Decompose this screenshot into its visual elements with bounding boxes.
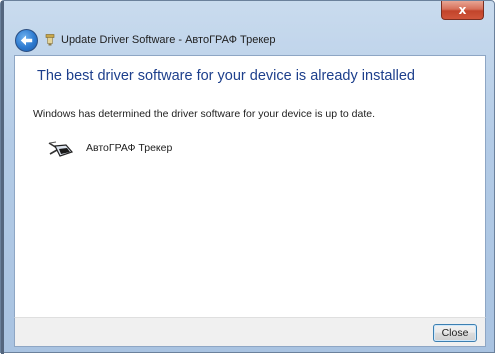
device-entry: АвтоГРАФ Трекер bbox=[48, 140, 172, 160]
device-icon bbox=[48, 141, 74, 157]
back-arrow-icon bbox=[20, 35, 33, 45]
window-edge bbox=[1, 1, 4, 354]
close-icon: x bbox=[458, 3, 467, 17]
window-close-button[interactable]: x bbox=[441, 1, 484, 20]
dialog-window: x Update Driver Software - АвтоГРАФ Трек… bbox=[0, 0, 495, 354]
status-message: Windows has determined the driver softwa… bbox=[33, 108, 375, 120]
back-button[interactable] bbox=[15, 28, 38, 52]
driver-icon bbox=[45, 34, 55, 46]
content-panel: The best driver software for your device… bbox=[14, 55, 486, 317]
window-title: Update Driver Software - АвтоГРАФ Трекер bbox=[61, 34, 276, 46]
close-button[interactable]: Close bbox=[433, 324, 477, 342]
device-name: АвтоГРАФ Трекер bbox=[86, 142, 173, 154]
page-title: The best driver software for your device… bbox=[37, 68, 415, 84]
title-bar: Update Driver Software - АвтоГРАФ Трекер bbox=[15, 27, 276, 53]
dialog-footer: Close bbox=[14, 317, 486, 347]
